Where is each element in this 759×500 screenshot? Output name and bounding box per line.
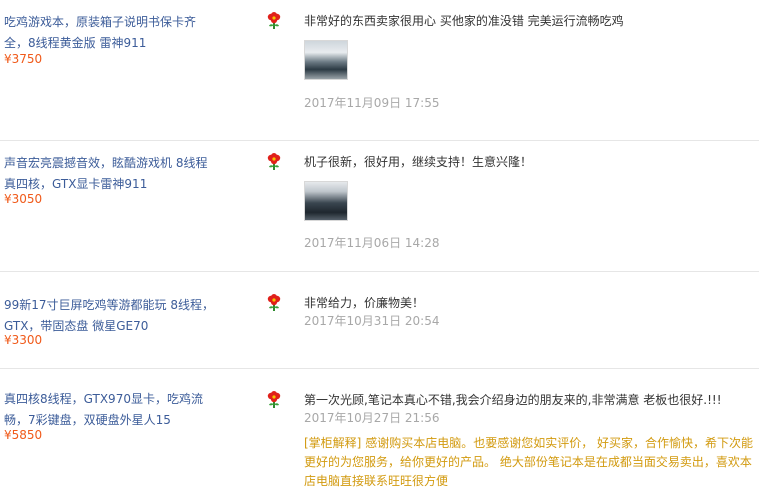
item-price: ¥3750 [4,52,43,66]
red-flower-icon [267,12,281,29]
review-row: 声音宏亮震撼音效，眩酷游戏机 8线程真四核，GTX显卡雷神911 ¥3050 机… [0,141,759,271]
review-comment: 非常好的东西卖家很用心 买他家的准没错 完美运行流畅吃鸡 [304,14,624,28]
item-price: ¥3050 [4,192,43,206]
review-row: 吃鸡游戏本，原装箱子说明书保卡齐全，8线程黄金版 雷神911 ¥3750 非常好… [0,0,759,140]
review-row: 真四核8线程，GTX970显卡，吃鸡流畅，7彩键盘，双硬盘外星人15 ¥5850… [0,369,759,500]
review-date: 2017年10月31日 20:54 [304,314,440,328]
red-flower-icon [267,294,281,311]
review-photo-thumbnail[interactable] [304,40,348,80]
item-title-link[interactable]: 真四核8线程，GTX970显卡，吃鸡流畅，7彩键盘，双硬盘外星人15 [4,389,219,431]
item-title-link[interactable]: 声音宏亮震撼音效，眩酷游戏机 8线程真四核，GTX显卡雷神911 [4,153,219,195]
review-date: 2017年11月06日 14:28 [304,236,440,250]
item-title-link[interactable]: 吃鸡游戏本，原装箱子说明书保卡齐全，8线程黄金版 雷神911 [4,12,219,54]
review-comment: 第一次光顾,笔记本真心不错,我会介绍身边的朋友来的,非常满意 老板也很好.!!! [304,393,722,407]
item-price: ¥5850 [4,428,43,442]
review-row: 99新17寸巨屏吃鸡等游都能玩 8线程，GTX，带固态盘 微星GE70 ¥330… [0,272,759,368]
review-date: 2017年11月09日 17:55 [304,96,440,110]
seller-reply-label: [掌柜解释] [304,436,362,450]
review-comment: 非常给力，价廉物美！ [304,296,425,310]
item-price: ¥3300 [4,333,43,347]
red-flower-icon [267,391,281,408]
review-date: 2017年10月27日 21:56 [304,411,440,425]
item-title-link[interactable]: 99新17寸巨屏吃鸡等游都能玩 8线程，GTX，带固态盘 微星GE70 [4,295,219,337]
review-photo-thumbnail[interactable] [304,181,348,221]
seller-reply: [掌柜解释] 感谢购买本店电脑。也要感谢您如实评价， 好买家，合作愉快，希下次能… [304,434,759,491]
seller-reply-text: 感谢购买本店电脑。也要感谢您如实评价， 好买家，合作愉快，希下次能更好的为您服务… [304,436,754,488]
red-flower-icon [267,153,281,170]
review-comment: 机子很新，很好用，继续支持！生意兴隆！ [304,155,533,169]
